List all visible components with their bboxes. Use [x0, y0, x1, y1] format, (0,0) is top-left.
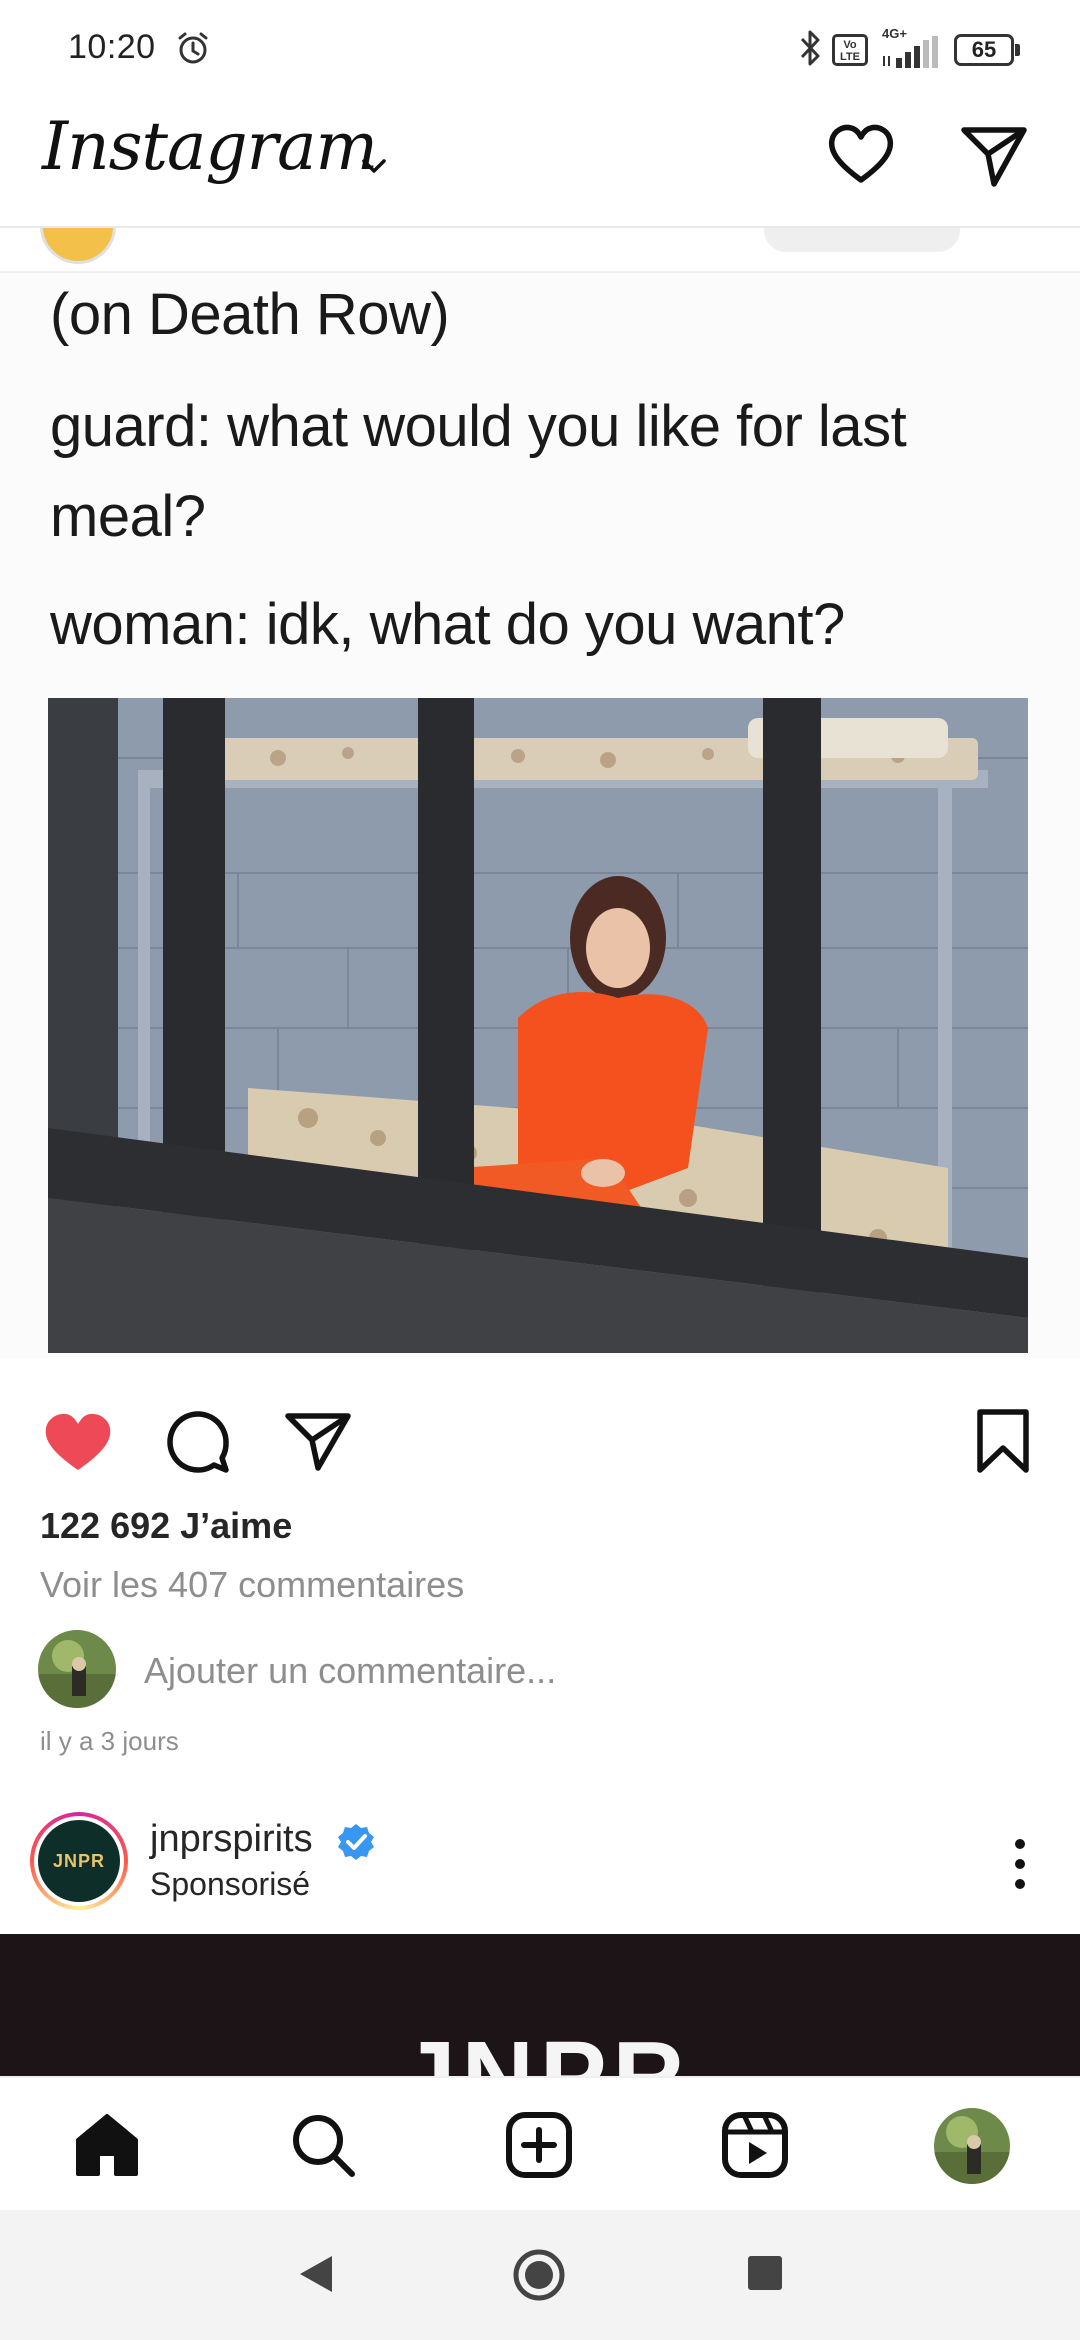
alarm-icon	[178, 32, 208, 64]
sponsored-label: Sponsorisé	[150, 1866, 311, 1902]
system-navigation-bar	[0, 2210, 1080, 2340]
share-icon[interactable]	[282, 1408, 354, 1474]
home-button-icon[interactable]	[512, 2248, 566, 2302]
prison-cell-photo	[48, 698, 1028, 1353]
meme-text-line: woman: idk, what do you want?	[50, 592, 845, 657]
current-user-avatar	[38, 1630, 116, 1708]
instagram-logo[interactable]: Instagram	[42, 108, 378, 185]
meme-text-line: guard: what would you like for last	[50, 394, 907, 459]
bluetooth-icon	[800, 30, 820, 66]
verified-badge-icon	[338, 1824, 374, 1860]
direct-message-icon[interactable]	[958, 120, 1030, 190]
search-icon[interactable]	[288, 2110, 358, 2180]
recents-icon[interactable]	[748, 2256, 782, 2290]
more-options-icon[interactable]	[1004, 1836, 1036, 1892]
battery-icon: 65	[954, 34, 1020, 66]
post-header-peek	[0, 228, 1080, 273]
sponsor-avatar-logo: JNPR	[38, 1820, 120, 1902]
post-image[interactable]: (on Death Row) guard: what would you lik…	[0, 273, 1080, 1358]
heart-icon[interactable]	[826, 120, 896, 190]
add-comment-input[interactable]: Ajouter un commentaire...	[144, 1650, 556, 1692]
post-timestamp: il y a 3 jours	[40, 1726, 179, 1756]
comment-icon[interactable]	[164, 1408, 232, 1476]
bottom-navigation	[0, 2076, 1080, 2210]
signal-icon	[883, 36, 938, 68]
clock: 10:20	[68, 28, 156, 66]
home-icon[interactable]	[72, 2110, 142, 2180]
meme-text-line: meal?	[50, 484, 206, 549]
battery-level: 65	[971, 37, 997, 62]
post-actions	[0, 1358, 1080, 1488]
back-icon[interactable]	[296, 2252, 336, 2296]
likes-count[interactable]: 122 692 J’aime	[40, 1505, 292, 1547]
post-author-avatar[interactable]	[40, 228, 116, 264]
create-icon[interactable]	[504, 2110, 574, 2180]
bookmark-icon[interactable]	[974, 1408, 1032, 1474]
volte-icon: Vo LTE	[832, 34, 868, 66]
chevron-down-icon[interactable]	[356, 148, 392, 184]
sponsor-username[interactable]: jnprspirits	[150, 1818, 313, 1861]
ad-image[interactable]: JNPR	[0, 1934, 1080, 2076]
meme-text-line: (on Death Row)	[50, 282, 450, 347]
heart-filled-icon[interactable]	[42, 1410, 114, 1474]
reels-icon[interactable]	[720, 2110, 790, 2180]
profile-avatar[interactable]	[934, 2108, 1010, 2184]
follow-button[interactable]	[764, 228, 960, 252]
ad-brand-text: JNPR	[400, 2020, 691, 2076]
sponsor-avatar[interactable]: JNPR	[30, 1812, 128, 1910]
app-header: Instagram	[0, 100, 1080, 228]
view-comments-link[interactable]: Voir les 407 commentaires	[40, 1564, 464, 1606]
status-bar: 10:20 Vo LTE 4G+ 65	[0, 0, 1080, 100]
